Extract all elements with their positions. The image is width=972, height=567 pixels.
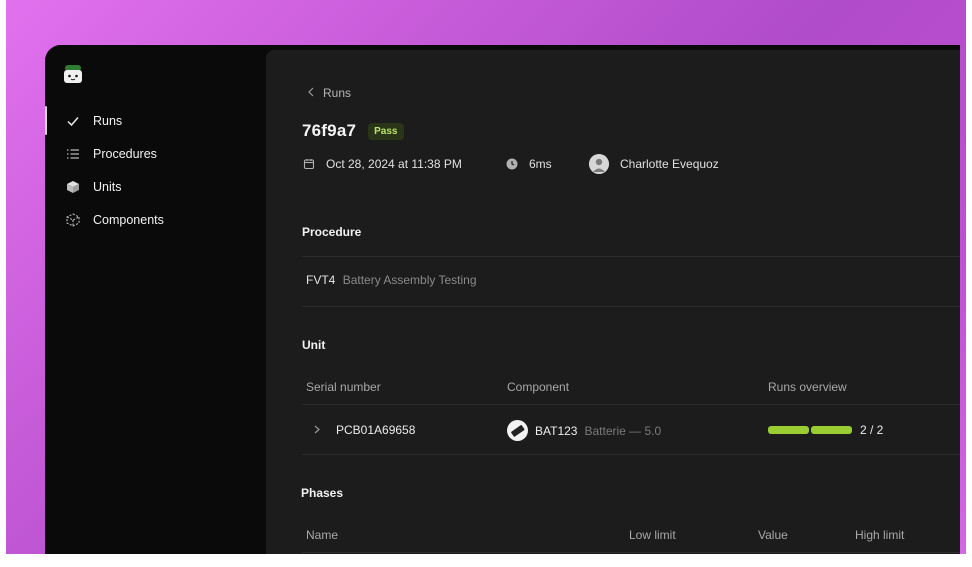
run-id: 76f9a7 (302, 121, 357, 140)
divider (302, 454, 960, 455)
column-header-high-limit: High limit (855, 528, 905, 542)
dashed-cube-icon (65, 212, 81, 228)
status-badge: Pass (368, 122, 404, 140)
component-icon (507, 420, 528, 441)
procedure-code: FVT4 (306, 273, 336, 287)
column-header-low-limit: Low limit (629, 528, 676, 542)
run-user-name: Charlotte Evequoz (620, 157, 719, 171)
column-header-runs-overview: Runs overview (768, 380, 847, 394)
component-code: BAT123 (535, 423, 578, 438)
serial-number: PCB01A69658 (336, 423, 416, 437)
column-header-name: Name (306, 528, 339, 542)
divider (302, 306, 960, 307)
run-duration-text: 6ms (529, 157, 552, 171)
run-date-text: Oct 28, 2024 at 11:38 PM (326, 157, 462, 171)
runs-progress-segment (768, 426, 809, 434)
run-duration: 6ms (505, 157, 589, 171)
serial-cell: PCB01A69658 (314, 423, 415, 437)
run-meta: Oct 28, 2024 at 11:38 PM 6ms Charlotte E… (302, 154, 719, 174)
cube-icon (65, 179, 81, 195)
runs-overview-cell: 2 / 2 (768, 423, 883, 437)
column-header-value: Value (758, 528, 788, 542)
run-date: Oct 28, 2024 at 11:38 PM (302, 157, 505, 171)
chevron-left-icon (307, 86, 315, 100)
runs-progress-segment (811, 426, 852, 434)
sidebar-item-label: Procedures (93, 146, 157, 161)
procedure-section-title: Procedure (302, 225, 362, 239)
avatar (589, 154, 609, 174)
sidebar-item-runs[interactable]: Runs (45, 104, 266, 137)
logo-icon (62, 63, 84, 85)
list-icon (65, 146, 81, 162)
sidebar-item-components[interactable]: Components (45, 203, 266, 236)
run-title: 76f9a7 Pass (302, 121, 404, 141)
sidebar-nav: Runs Procedures Units Components (45, 104, 266, 236)
sidebar-item-units[interactable]: Units (45, 170, 266, 203)
divider (302, 256, 960, 257)
clock-icon (505, 157, 519, 171)
calendar-icon (302, 157, 316, 171)
sidebar-item-label: Units (93, 179, 122, 194)
sidebar: Runs Procedures Units Components (45, 45, 266, 554)
unit-section-title: Unit (302, 338, 326, 352)
app-window: Runs Procedures Units Components Runs 76… (45, 45, 960, 554)
sidebar-item-procedures[interactable]: Procedures (45, 137, 266, 170)
main-panel: Runs 76f9a7 Pass Oct 28, 2024 at 11:38 P… (266, 50, 960, 554)
runs-count: 2 / 2 (860, 423, 884, 437)
procedure-name: Battery Assembly Testing (342, 273, 477, 287)
divider (302, 404, 960, 405)
chevron-right-icon[interactable] (314, 423, 320, 437)
procedure-row[interactable]: FVT4 Battery Assembly Testing (306, 273, 477, 287)
back-link[interactable]: Runs (307, 86, 351, 100)
sidebar-item-label: Components (93, 212, 164, 227)
divider (302, 552, 960, 553)
back-link-label: Runs (323, 86, 352, 100)
component-description: Batterie — 5.0 (584, 423, 662, 438)
phases-section-title: Phases (301, 486, 344, 500)
runs-progress-bar (768, 426, 852, 434)
run-user[interactable]: Charlotte Evequoz (589, 154, 719, 174)
sidebar-item-label: Runs (93, 113, 123, 128)
column-header-component: Component (507, 380, 570, 394)
check-icon (65, 113, 81, 129)
component-cell: BAT123 Batterie — 5.0 (507, 420, 661, 441)
column-header-serial: Serial number (306, 380, 381, 394)
